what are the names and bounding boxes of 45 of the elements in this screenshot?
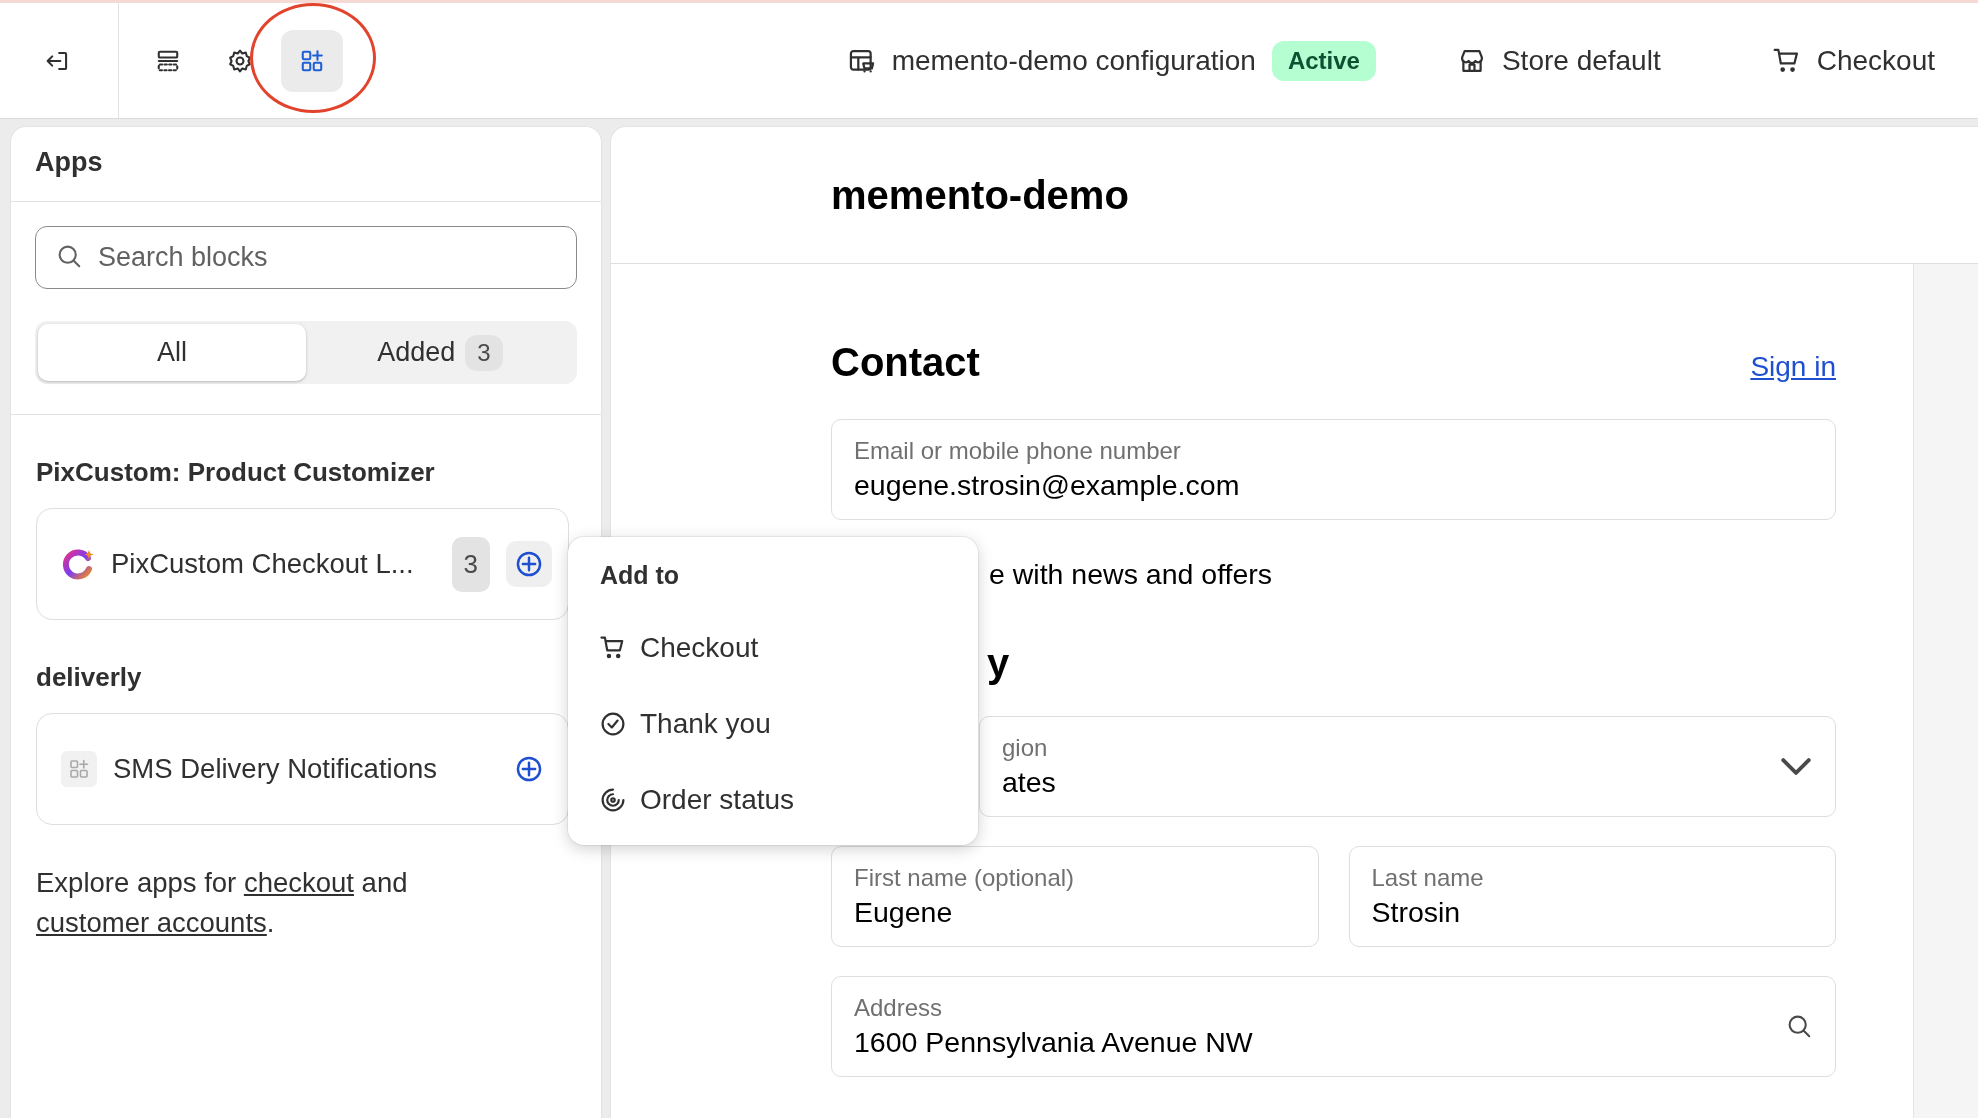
- panel-title: Apps: [11, 127, 601, 202]
- explore-text: Explore apps for checkout and customer accounts.: [36, 866, 409, 940]
- apps-button[interactable]: [281, 29, 343, 92]
- chevron-down-icon: [1781, 758, 1811, 775]
- page-selector[interactable]: Checkout: [1816, 44, 1935, 77]
- search-field[interactable]: Search blocks: [35, 226, 577, 289]
- field-value: Strosin: [1371, 896, 1462, 929]
- field-value: Eugene: [854, 896, 954, 929]
- store-selector[interactable]: Store default: [1501, 44, 1661, 77]
- newsletter-label: e with news and offers: [988, 558, 1274, 591]
- field-value: ates: [1002, 766, 1057, 799]
- section-heading: y: [987, 641, 1010, 685]
- field-label: Address: [854, 994, 944, 1022]
- link[interactable]: checkout: [243, 867, 354, 898]
- input-field[interactable]: Address 1600 Pennsylvania Avenue NW: [831, 976, 1836, 1077]
- input-field[interactable]: First name (optional) Eugene: [831, 846, 1319, 947]
- field-value: eugene.strosin@example.com: [854, 469, 1241, 502]
- input-field[interactable]: Email or mobile phone number eugene.strosin@example.com: [831, 419, 1836, 520]
- field-label: First name (optional): [854, 864, 1076, 892]
- field-value: 1600 Pennsylvania Avenue NW: [854, 1026, 1254, 1059]
- add-button[interactable]: [506, 541, 552, 587]
- section-heading: Contact: [831, 340, 980, 385]
- field-label: Last name: [1371, 864, 1485, 892]
- menu-item[interactable]: Thank you: [576, 686, 960, 762]
- shop-title: memento-demo: [611, 127, 1978, 264]
- filter-tab[interactable]: All: [38, 324, 306, 381]
- count-badge: 3: [465, 334, 503, 371]
- status-badge: Active: [1271, 40, 1376, 81]
- input-field[interactable]: Last name Strosin: [1348, 846, 1836, 947]
- configuration-name[interactable]: memento-demo configuration: [891, 44, 1256, 77]
- menu-item[interactable]: Order status: [576, 762, 960, 838]
- menu-item[interactable]: Checkout: [576, 610, 960, 686]
- logo-icon: [61, 547, 95, 581]
- sign-in-link[interactable]: Sign in: [1750, 351, 1836, 383]
- filter-tab[interactable]: Added 3: [306, 324, 574, 381]
- group-title: deliverly: [36, 662, 143, 693]
- group-title: PixCustom: Product Customizer: [36, 457, 436, 488]
- count-badge: 3: [451, 536, 490, 592]
- block-name[interactable]: PixCustom Checkout L...: [111, 548, 436, 580]
- block-name[interactable]: SMS Delivery Notifications: [113, 753, 490, 785]
- link[interactable]: customer accounts: [36, 907, 267, 938]
- field-label: Email or mobile phone number: [854, 437, 1182, 465]
- popup-title: Add to: [599, 561, 681, 590]
- field-label: gion: [1002, 734, 1049, 762]
- select-field[interactable]: gion ates: [979, 716, 1836, 817]
